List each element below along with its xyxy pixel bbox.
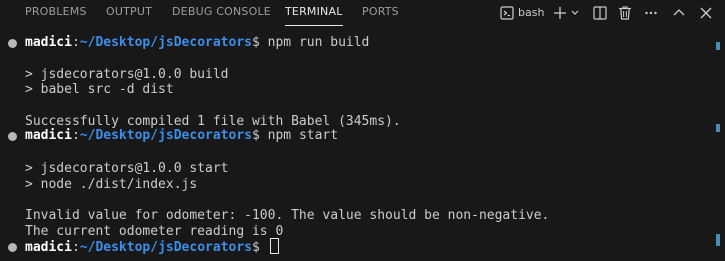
command-text: npm run build <box>259 35 370 50</box>
prompt-separator: : <box>71 240 80 255</box>
prompt-separator: : <box>71 35 80 50</box>
prompt-path: ~/Desktop/jsDecorators <box>79 240 252 255</box>
tab-output[interactable]: OUTPUT <box>106 0 152 26</box>
output-line: > node ./dist/index.js <box>25 177 198 192</box>
prompt-path: ~/Desktop/jsDecorators <box>79 35 252 50</box>
tab-problems[interactable]: PROBLEMS <box>25 0 87 26</box>
ellipsis-icon[interactable] <box>644 5 658 21</box>
command-text: npm start <box>259 128 339 143</box>
scrollbar-marker[interactable] <box>716 124 720 132</box>
terminal-cursor <box>269 238 279 254</box>
command-text <box>260 240 268 255</box>
prompt-symbol: $ <box>251 240 260 255</box>
scrollbar-marker[interactable] <box>716 234 720 246</box>
panel-tab-bar: PROBLEMS OUTPUT DEBUG CONSOLE TERMINAL P… <box>0 0 725 26</box>
terminal-icon <box>500 5 514 21</box>
command-line: madici:~/Desktop/jsDecorators$ npm start <box>25 127 338 145</box>
prompt-user: madici <box>25 240 72 255</box>
shell-label[interactable]: bash <box>518 5 544 21</box>
prompt-symbol: $ <box>251 128 260 143</box>
chevron-down-icon[interactable] <box>570 5 580 21</box>
command-decoration[interactable] <box>8 132 17 141</box>
prompt-user: madici <box>25 128 72 143</box>
trash-icon[interactable] <box>618 5 632 21</box>
tab-debug-console[interactable]: DEBUG CONSOLE <box>172 0 271 26</box>
split-icon[interactable] <box>593 5 607 21</box>
prompt-separator: : <box>71 128 80 143</box>
tab-terminal[interactable]: TERMINAL <box>285 0 343 26</box>
output-line: > babel src -d dist <box>25 82 174 97</box>
command-decoration[interactable] <box>8 39 17 48</box>
prompt-symbol: $ <box>251 35 260 50</box>
command-line: madici:~/Desktop/jsDecorators$ npm run b… <box>25 34 369 52</box>
chevron-up-icon[interactable] <box>672 5 686 21</box>
terminal-output[interactable]: madici:~/Desktop/jsDecorators$ npm run b… <box>0 26 725 261</box>
command-line: madici:~/Desktop/jsDecorators$ <box>25 238 279 256</box>
tab-ports[interactable]: PORTS <box>362 0 399 26</box>
plus-icon[interactable] <box>553 5 567 21</box>
command-decoration[interactable] <box>8 243 17 252</box>
prompt-user: madici <box>25 35 72 50</box>
scrollbar-marker[interactable] <box>716 42 720 50</box>
prompt-path: ~/Desktop/jsDecorators <box>79 128 252 143</box>
close-icon[interactable] <box>699 5 713 21</box>
